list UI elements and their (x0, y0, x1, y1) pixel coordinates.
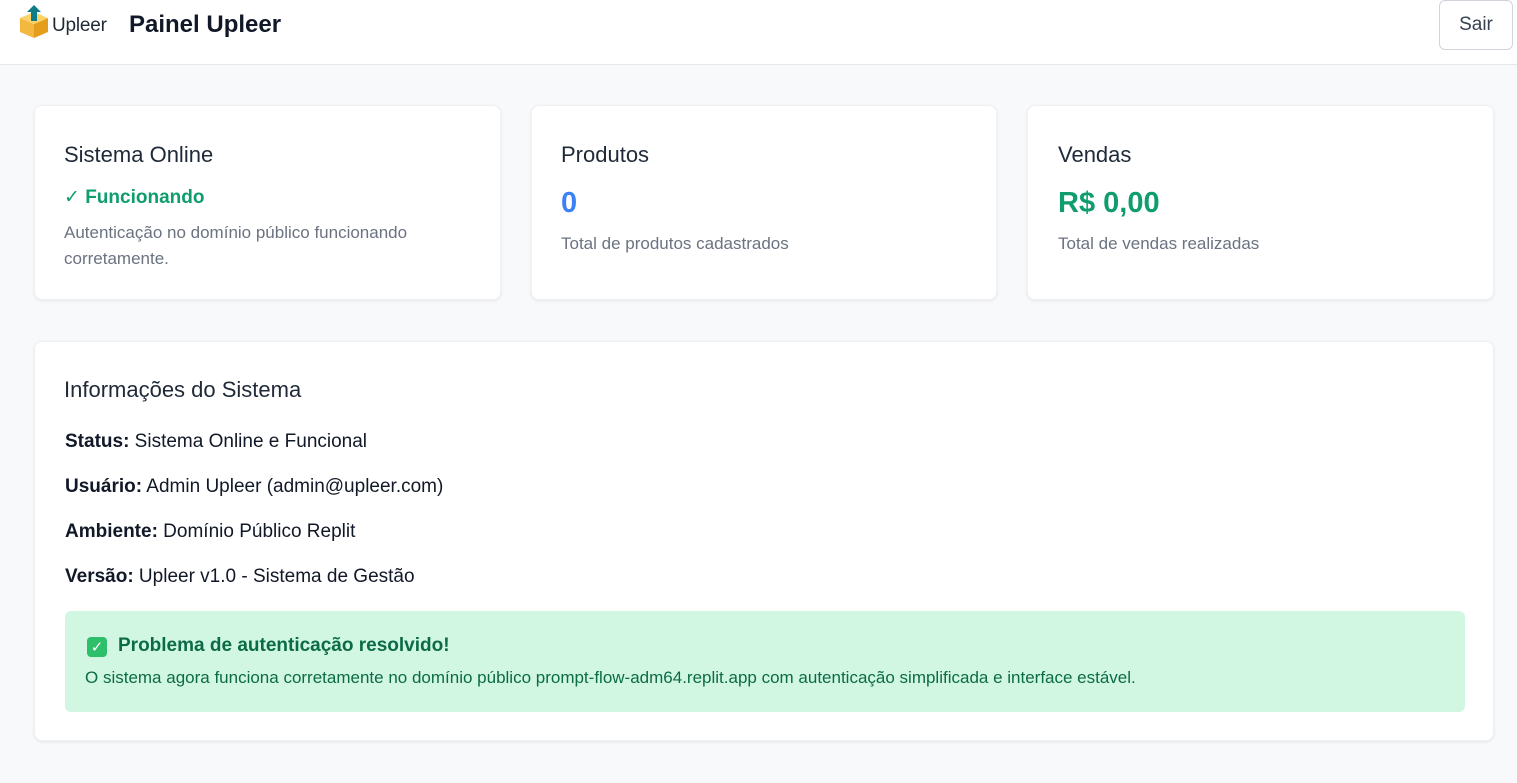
info-row-version: Versão: Upleer v1.0 - Sistema de Gestão (65, 566, 415, 588)
products-card: Produtos 0 Total de produtos cadastrados (531, 105, 997, 300)
logout-button[interactable]: Sair (1439, 0, 1513, 50)
logo-text: Upleer (52, 15, 107, 36)
info-label: Status: (65, 431, 130, 452)
info-value: Upleer v1.0 - Sistema de Gestão (133, 566, 415, 587)
status-indicator: ✓ Funcionando (64, 187, 205, 208)
upleer-logo[interactable]: Upleer (18, 4, 114, 40)
info-label: Versão: (65, 566, 134, 587)
info-row-status: Status: Sistema Online e Funcional (65, 431, 367, 453)
info-value: Admin Upleer (admin@upleer.com) (142, 476, 444, 497)
sales-total: R$ 0,00 (1058, 187, 1160, 219)
alert-title: Problema de autenticação resolvido! (118, 635, 450, 656)
info-row-user: Usuário: Admin Upleer (admin@upleer.com) (65, 476, 443, 498)
card-description: Total de vendas realizadas (1058, 234, 1260, 253)
check-square-icon: ✓ (87, 637, 107, 657)
top-header: Upleer Painel Upleer Sair (0, 0, 1517, 65)
card-description: Total de produtos cadastrados (561, 234, 789, 253)
info-label: Usuário: (65, 476, 143, 497)
page-title: Painel Upleer (129, 11, 282, 38)
card-description: Autenticação no domínio público funciona… (64, 223, 408, 268)
box-upload-icon (20, 5, 48, 38)
info-label: Ambiente: (65, 521, 158, 542)
system-info-card: Informações do Sistema Status: Sistema O… (34, 341, 1494, 741)
info-row-environment: Ambiente: Domínio Público Replit (65, 521, 355, 543)
system-status-card: Sistema Online ✓ Funcionando Autenticaçã… (34, 105, 501, 300)
card-title: Produtos (561, 142, 650, 167)
info-value: Sistema Online e Funcional (129, 431, 368, 452)
alert-text: O sistema agora funciona corretamente no… (85, 668, 1136, 687)
products-count: 0 (561, 187, 578, 219)
sales-card: Vendas R$ 0,00 Total de vendas realizada… (1027, 105, 1494, 300)
section-title: Informações do Sistema (64, 377, 302, 402)
card-title: Sistema Online (64, 142, 214, 167)
success-alert: ✓ Problema de autenticação resolvido! O … (65, 611, 1465, 712)
card-title: Vendas (1058, 142, 1132, 167)
info-value: Domínio Público Replit (157, 521, 356, 542)
